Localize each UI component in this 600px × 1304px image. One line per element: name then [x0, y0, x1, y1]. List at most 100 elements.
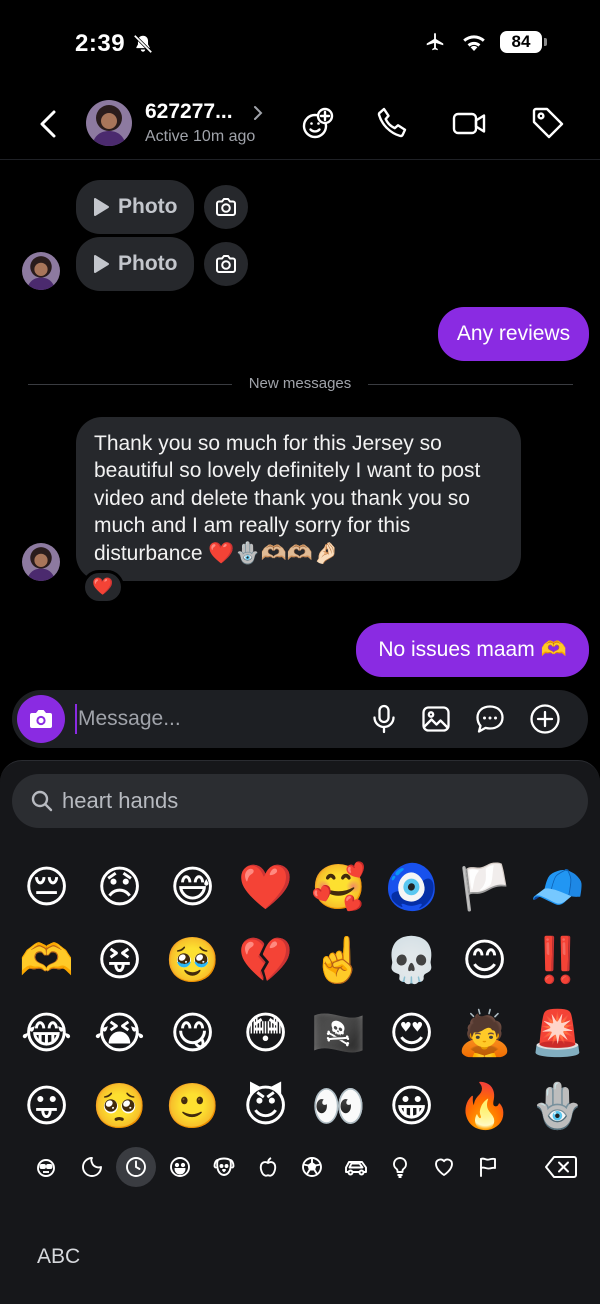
message-input[interactable]	[78, 700, 348, 738]
emoji-item[interactable]: ‼️	[521, 924, 594, 997]
category-activity[interactable]	[292, 1147, 332, 1187]
memoji-icon	[37, 1159, 55, 1177]
category-objects[interactable]	[380, 1147, 420, 1187]
category-food[interactable]	[248, 1147, 288, 1187]
emoji-item[interactable]: 😛	[10, 1070, 83, 1143]
camera-icon	[216, 198, 236, 216]
backspace-icon[interactable]	[544, 1154, 578, 1180]
new-messages-divider: New messages	[248, 375, 352, 392]
emoji-search-field[interactable]: heart hands	[12, 774, 588, 828]
battery-indicator: 84	[500, 31, 547, 53]
soccer-ball-icon	[302, 1157, 322, 1177]
category-recent[interactable]	[116, 1147, 156, 1187]
emoji-item[interactable]: 🥹	[156, 924, 229, 997]
category-travel[interactable]	[336, 1147, 376, 1187]
tag-icon[interactable]	[530, 105, 566, 141]
airplane-icon	[426, 32, 444, 51]
emoji-item[interactable]: 👀	[302, 1070, 375, 1143]
camera-icon	[216, 255, 236, 273]
contact-avatar[interactable]	[86, 100, 132, 146]
emoji-item[interactable]: 🫶	[10, 924, 83, 997]
sent-message-text: Any reviews	[456, 322, 571, 345]
emoji-item[interactable]: 😔	[10, 851, 83, 924]
emoji-item[interactable]: 🥰	[302, 851, 375, 924]
chat-header: 627277... Active 10m ago	[0, 88, 600, 160]
emoji-item[interactable]: 😳	[229, 997, 302, 1070]
sent-message-text: No issues maam 🫶	[378, 638, 567, 661]
dog-icon	[213, 1157, 235, 1176]
lightbulb-icon	[393, 1157, 407, 1178]
message-composer	[12, 690, 588, 748]
photo-label: Photo	[118, 252, 178, 275]
sticker-moon-icon	[82, 1157, 102, 1177]
add-icon[interactable]	[529, 703, 561, 735]
emoji-item[interactable]: 😝	[83, 924, 156, 997]
gallery-icon[interactable]	[420, 703, 452, 735]
category-animals[interactable]	[204, 1147, 244, 1187]
smiley-icon	[170, 1157, 190, 1177]
emoji-item[interactable]: 💀	[375, 924, 448, 997]
category-symbols[interactable]	[424, 1147, 464, 1187]
photo-message[interactable]: Photo	[76, 237, 194, 291]
received-message-text: Thank you so much for this Jersey so bea…	[94, 432, 481, 565]
emoji-item[interactable]: 🧿	[375, 851, 448, 924]
emoji-item[interactable]: 💔	[229, 924, 302, 997]
emoji-item[interactable]: 🚨	[521, 997, 594, 1070]
emoji-item[interactable]: 😭	[83, 997, 156, 1070]
camera-icon	[30, 710, 52, 728]
reply-camera-button[interactable]	[204, 185, 248, 229]
reply-camera-button[interactable]	[204, 242, 248, 286]
back-arrow-icon[interactable]	[34, 106, 62, 142]
sent-message-bubble[interactable]: No issues maam 🫶	[356, 623, 589, 677]
emoji-item[interactable]: 🧢	[521, 851, 594, 924]
emoji-item[interactable]: 🏳️	[448, 851, 521, 924]
car-icon	[345, 1161, 367, 1176]
wifi-icon	[463, 35, 485, 51]
flag-icon	[480, 1157, 496, 1177]
emoji-item[interactable]: 😞	[83, 851, 156, 924]
emoji-item[interactable]: 😅	[156, 851, 229, 924]
sender-avatar[interactable]	[22, 252, 60, 290]
phone-call-icon[interactable]	[374, 105, 410, 141]
emoji-item[interactable]: 😂	[10, 997, 83, 1070]
category-flags[interactable]	[468, 1147, 508, 1187]
emoji-item[interactable]: ❤️	[229, 851, 302, 924]
emoji-keyboard: heart hands 😔 😞 😅 ❤️ 🥰 🧿 🏳️ 🧢 🫶 😝 🥹 💔 ☝️…	[0, 760, 600, 1304]
contact-name[interactable]: 627277...	[145, 100, 233, 124]
heart-reaction[interactable]: ❤️	[82, 570, 124, 604]
sender-avatar[interactable]	[22, 543, 60, 581]
sticker-icon[interactable]	[474, 703, 506, 735]
emoji-item[interactable]: ☝️	[302, 924, 375, 997]
video-call-icon[interactable]	[451, 105, 487, 141]
emoji-item[interactable]: 🙇	[448, 997, 521, 1070]
play-icon	[94, 198, 109, 216]
emoji-item[interactable]: 😀	[375, 1070, 448, 1143]
emoji-item[interactable]: 😊	[448, 924, 521, 997]
sent-message-bubble[interactable]: Any reviews	[438, 307, 589, 361]
emoji-item[interactable]: 😋	[156, 997, 229, 1070]
abc-keyboard-key[interactable]: ABC	[37, 1245, 80, 1269]
emoji-search-text: heart hands	[62, 788, 179, 813]
reaction-emoji: ❤️	[92, 577, 114, 596]
category-stickers[interactable]	[72, 1147, 112, 1187]
microphone-icon[interactable]	[368, 703, 400, 735]
status-right: 84	[422, 31, 547, 53]
emoji-item[interactable]: 🪬	[521, 1070, 594, 1143]
chevron-right-icon[interactable]	[252, 104, 264, 122]
received-message-bubble[interactable]: Thank you so much for this Jersey so bea…	[76, 417, 521, 582]
apple-icon	[259, 1157, 277, 1177]
play-icon	[94, 255, 109, 273]
emoji-item[interactable]: 🏴‍☠️	[302, 997, 375, 1070]
emoji-item[interactable]: 🔥	[448, 1070, 521, 1143]
conversation: Photo Photo Any reviews New messages Tha…	[0, 160, 600, 685]
add-effects-icon[interactable]	[300, 105, 336, 141]
emoji-item[interactable]: 🙂	[156, 1070, 229, 1143]
camera-button[interactable]	[17, 695, 65, 743]
emoji-item[interactable]: 😈	[229, 1070, 302, 1143]
category-memoji[interactable]	[26, 1147, 66, 1187]
emoji-item[interactable]: 😍	[375, 997, 448, 1070]
emoji-item[interactable]: 🥺	[83, 1070, 156, 1143]
emoji-category-bar	[22, 1147, 582, 1187]
category-smileys[interactable]	[160, 1147, 200, 1187]
photo-message[interactable]: Photo	[76, 180, 194, 234]
